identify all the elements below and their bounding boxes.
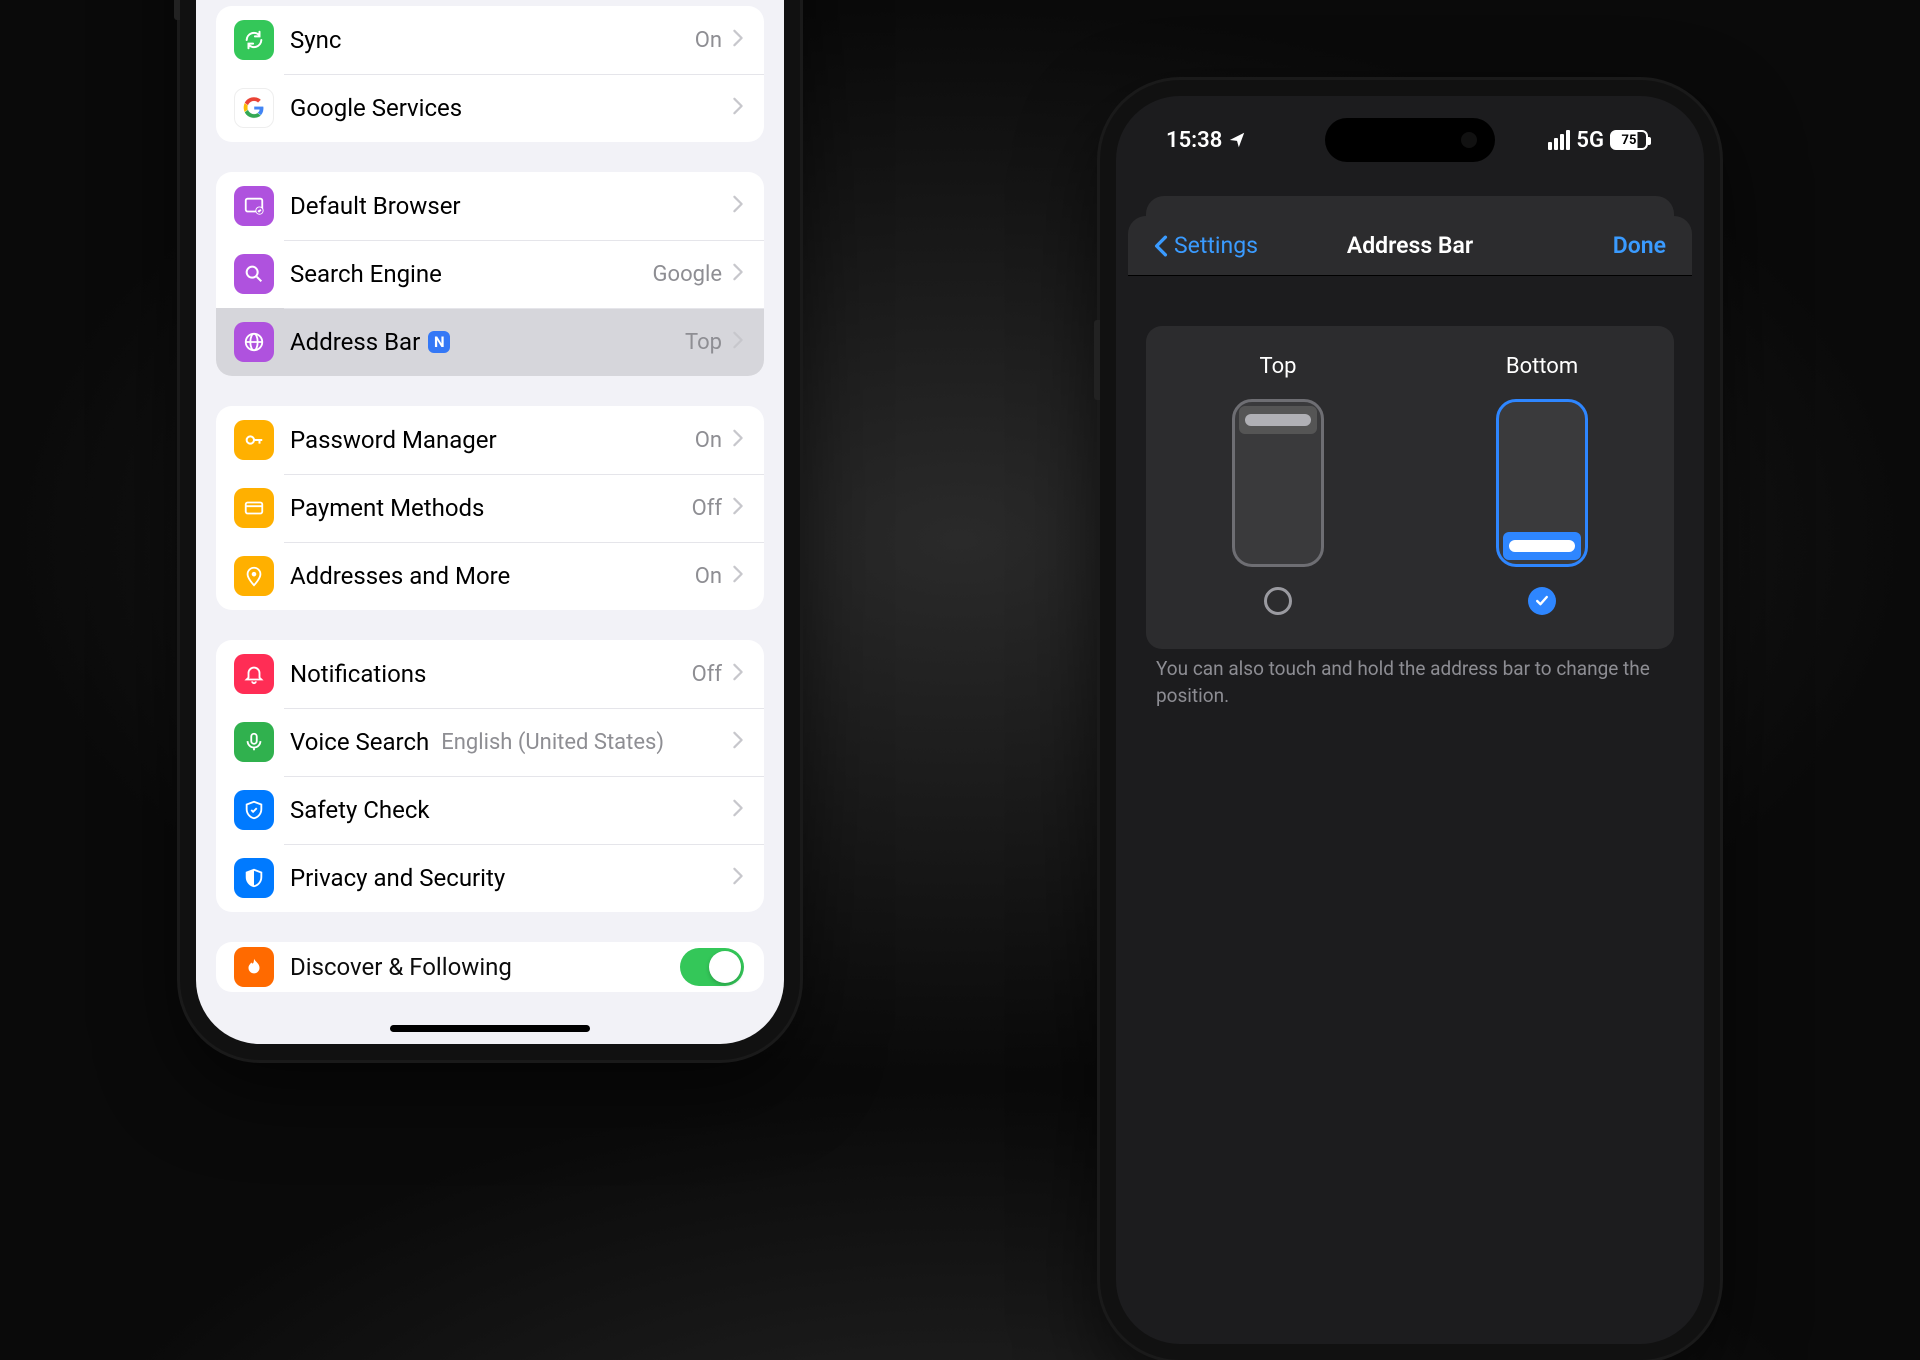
row-default-browser[interactable]: Default Browser [216,172,764,240]
value: On [695,28,722,53]
new-badge: N [428,331,450,353]
back-button[interactable]: Settings [1154,232,1258,259]
label: Voice Search [290,728,429,756]
row-safety-check[interactable]: Safety Check [216,776,764,844]
row-address-bar[interactable]: Address Bar N Top [216,308,764,376]
hint-text: You can also touch and hold the address … [1156,656,1664,709]
label: Privacy and Security [290,864,505,892]
chevron-right-icon [732,565,744,587]
label: Discover & Following [290,953,512,981]
address-bar-options: Top Bottom [1146,326,1674,649]
discover-toggle[interactable] [680,948,744,986]
shield-check-icon [234,790,274,830]
row-addresses[interactable]: Addresses and More On [216,542,764,610]
label: Notifications [290,660,426,688]
preview-bottom-icon [1496,399,1588,567]
value: On [695,564,722,589]
row-payment-methods[interactable]: Payment Methods Off [216,474,764,542]
row-discover-following[interactable]: Discover & Following [216,942,764,992]
globe-icon [234,322,274,362]
flame-icon [234,947,274,987]
label: Google Services [290,94,462,122]
back-label: Settings [1174,232,1258,259]
pin-icon [234,556,274,596]
chevron-right-icon [732,867,744,889]
status-time: 15:38 [1166,128,1222,153]
google-icon [234,88,274,128]
chevron-right-icon [732,195,744,217]
nav-bar: Settings Address Bar Done [1128,216,1692,276]
value: Off [692,662,722,687]
phone-address-bar: 15:38 5G 75 Settings Address Bar Done To… [1100,80,1720,1360]
chevron-right-icon [732,29,744,51]
battery-icon: 75 [1610,130,1648,150]
bell-icon [234,654,274,694]
row-privacy-security[interactable]: Privacy and Security [216,844,764,912]
option-bottom-label: Bottom [1506,354,1578,379]
chevron-right-icon [732,263,744,285]
value: Top [685,330,722,355]
value: On [695,428,722,453]
label: Address Bar [290,328,420,356]
row-password-manager[interactable]: Password Manager On [216,406,764,474]
search-icon [234,254,274,294]
phone-settings: Sync On Google Services Default Browser [180,0,800,1060]
value: Off [692,496,722,521]
chevron-right-icon [732,663,744,685]
option-top[interactable]: Top [1232,354,1324,615]
default-browser-icon [234,186,274,226]
shield-icon [234,858,274,898]
label: Safety Check [290,796,430,824]
label: Sync [290,26,341,54]
card-icon [234,488,274,528]
home-indicator[interactable] [390,1025,590,1032]
label: Search Engine [290,260,442,288]
label: Addresses and More [290,562,510,590]
signal-icon [1548,130,1570,150]
preview-top-icon [1232,399,1324,567]
sync-icon [234,20,274,60]
chevron-right-icon [732,97,744,119]
row-voice-search[interactable]: Voice Search English (United States) [216,708,764,776]
label: Default Browser [290,192,461,220]
value: English (United States) [441,730,664,755]
label: Password Manager [290,426,497,454]
radio-bottom[interactable] [1528,587,1556,615]
chevron-right-icon [732,497,744,519]
done-button[interactable]: Done [1613,232,1666,259]
chevron-right-icon [732,429,744,451]
settings-list: Sync On Google Services Default Browser [196,0,784,1044]
status-cell: 5G [1576,128,1604,153]
row-sync[interactable]: Sync On [216,6,764,74]
chevron-right-icon [732,799,744,821]
chevron-right-icon [732,331,744,353]
radio-top[interactable] [1264,587,1292,615]
chevron-right-icon [732,731,744,753]
row-google-services[interactable]: Google Services [216,74,764,142]
value: Google [653,262,722,287]
option-bottom[interactable]: Bottom [1496,354,1588,615]
row-notifications[interactable]: Notifications Off [216,640,764,708]
status-bar: 15:38 5G 75 [1116,126,1704,154]
mic-icon [234,722,274,762]
key-icon [234,420,274,460]
option-top-label: Top [1260,354,1297,379]
label: Payment Methods [290,494,484,522]
location-arrow-icon [1228,131,1246,149]
row-search-engine[interactable]: Search Engine Google [216,240,764,308]
